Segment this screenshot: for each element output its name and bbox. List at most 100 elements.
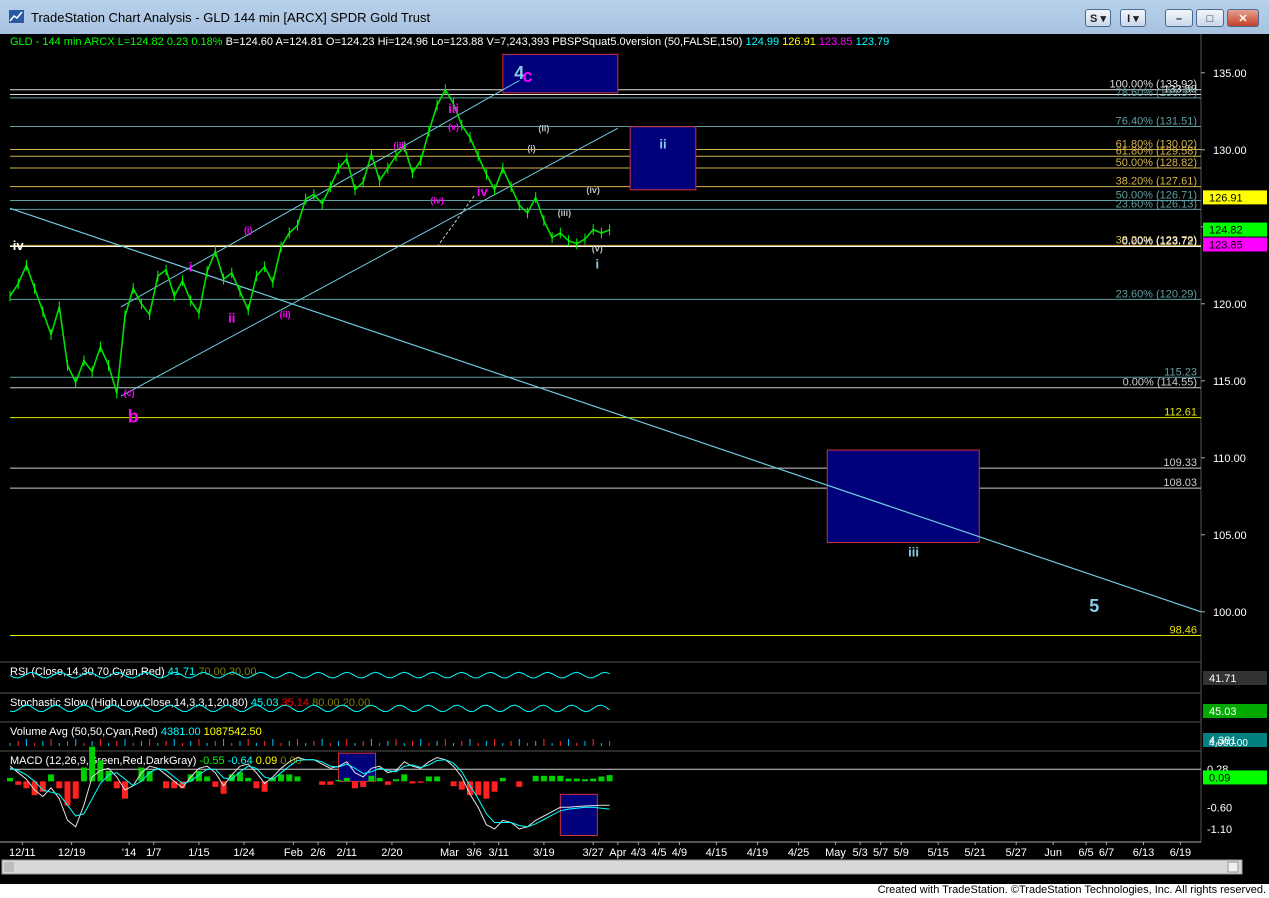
wave-label: (iv) [586, 185, 600, 195]
price-header-part: GLD - 144 min [10, 36, 84, 48]
macd-histogram-bar [565, 778, 572, 782]
level-label: 38.20% (127.61) [1116, 176, 1197, 188]
x-tick-label: 5/15 [927, 847, 948, 859]
x-tick-label: 1/24 [233, 847, 254, 859]
wave-label: iv [477, 184, 489, 199]
x-tick-label: 5/21 [964, 847, 985, 859]
macd-histogram-bar [458, 781, 465, 790]
close-button[interactable]: ✕ [1227, 9, 1259, 27]
macd-histogram-bar [48, 774, 55, 782]
wave-label: iii [448, 101, 459, 116]
x-tick-label: 3/27 [582, 847, 603, 859]
level-label: 23.60% (120.29) [1116, 288, 1197, 300]
y-tick-label: 120.00 [1213, 299, 1247, 311]
macd-histogram-bar [212, 781, 219, 787]
x-tick-label: 3/11 [488, 847, 509, 859]
level-label: 108.03 [1163, 477, 1197, 489]
macd-histogram-bar [483, 781, 490, 799]
x-tick-label: 4/5 [651, 847, 666, 859]
horizontal-scrollbar[interactable] [1, 859, 1243, 875]
price-header-part: L=124.82 [118, 36, 167, 48]
s-menu-button[interactable]: S ▾ [1085, 9, 1111, 27]
macd-histogram-bar [245, 777, 252, 782]
y-tick-label: 110.00 [1213, 453, 1246, 465]
wave-label: c [522, 66, 532, 86]
x-tick-label: Jun [1044, 847, 1062, 859]
chart-canvas[interactable]: 100.00% (133.92)133.5978.60% (133.37)76.… [0, 34, 1269, 884]
price-header-part: 126.91 [782, 36, 819, 48]
wave-label: (i) [527, 143, 536, 153]
wave-label: ii [228, 310, 235, 325]
macd-histogram-bar [89, 746, 96, 782]
x-tick-label: Mar [440, 847, 459, 859]
wave-label: (i) [244, 225, 253, 235]
macd-histogram-bar [581, 779, 588, 782]
x-tick-label: 5/7 [873, 847, 888, 859]
macd-badge-label: 0.09 [1209, 772, 1230, 784]
macd-histogram-bar [590, 778, 597, 782]
macd-histogram-bar [7, 777, 13, 782]
price-header-part: 123.79 [856, 36, 890, 48]
x-tick-label: 12/19 [58, 847, 86, 859]
price-badge-label: 123.85 [1209, 240, 1243, 252]
macd-histogram-bar [368, 775, 375, 782]
macd-histogram-bar [598, 776, 605, 782]
wave-label: (v) [592, 243, 603, 253]
price-header-part: 123.85 [819, 36, 856, 48]
s-button-label: S [1090, 13, 1098, 25]
price-header-part: Lo=123.88 [431, 36, 486, 48]
macd-histogram-bar [425, 776, 432, 782]
level-label: 98.46 [1169, 625, 1197, 637]
macd-histogram-bar [335, 779, 342, 782]
credit-text: Created with TradeStation. ©TradeStation… [877, 884, 1266, 896]
macd-histogram-bar [409, 781, 416, 784]
x-tick-label: 1/15 [188, 847, 209, 859]
macd-histogram-bar [450, 781, 457, 787]
level-label: 112.61 [1164, 407, 1197, 419]
macd-histogram-bar [532, 775, 539, 782]
level-label: 109.33 [1163, 457, 1197, 469]
scroll-left-arrow[interactable] [4, 862, 14, 872]
i-button-label: I [1127, 13, 1131, 25]
level-label: 76.40% (131.51) [1116, 116, 1197, 128]
macd-histogram-bar [540, 775, 547, 782]
price-header-part: 0.18% [191, 36, 225, 48]
price-header-part: B=124.60 [226, 36, 276, 48]
x-tick-label: 2/11 [336, 847, 357, 859]
minimize-button[interactable]: – [1165, 9, 1193, 27]
x-tick-label: 4/25 [788, 847, 809, 859]
macd-axis-label: -0.60 [1207, 802, 1232, 814]
wave-label: iv [13, 238, 25, 253]
price-header-part: 124.99 [745, 36, 782, 48]
macd-histogram-bar [351, 781, 358, 789]
macd-histogram-bar [475, 781, 482, 796]
price-header-part: A=124.81 [275, 36, 325, 48]
x-tick-label: May [825, 847, 846, 859]
macd-histogram-bar [163, 781, 170, 789]
macd-header-part: -0.55 [200, 755, 228, 767]
price-header-part: ARCX [84, 36, 118, 48]
x-tick-label: 2/6 [310, 847, 325, 859]
level-label: 23.60% (126.13) [1116, 198, 1197, 210]
rsi-badge-label: 41.71 [1209, 673, 1237, 685]
macd-histogram-bar [434, 776, 441, 782]
rsi-header: RSI (Close,14,30,70,Cyan,Red) 41.71 70.0… [10, 666, 256, 678]
macd-target-box [559, 793, 598, 836]
i-menu-button[interactable]: I ▾ [1120, 9, 1146, 27]
macd-histogram-bar [393, 779, 400, 782]
wave-label: (ii) [280, 310, 291, 320]
volume-header-part: 4381.00 [161, 726, 204, 738]
chevron-down-icon: ▾ [1100, 13, 1106, 25]
y-tick-label: 115.00 [1213, 376, 1246, 388]
title-bar: TradeStation Chart Analysis - GLD 144 mi… [0, 0, 1269, 35]
x-tick-label: 6/7 [1099, 847, 1114, 859]
macd-header: MACD (12,26,9,Green,Red,DarkGray) -0.55 … [10, 755, 302, 767]
macd-histogram-bar [516, 781, 523, 787]
price-badge-label: 124.82 [1209, 225, 1243, 237]
close-icon: ✕ [1238, 13, 1248, 25]
maximize-button[interactable]: □ [1196, 9, 1224, 27]
scroll-thumb[interactable] [1227, 861, 1239, 873]
macd-histogram-bar [549, 775, 556, 782]
macd-histogram-bar [286, 774, 293, 782]
price-badge-label: 126.91 [1209, 192, 1243, 204]
